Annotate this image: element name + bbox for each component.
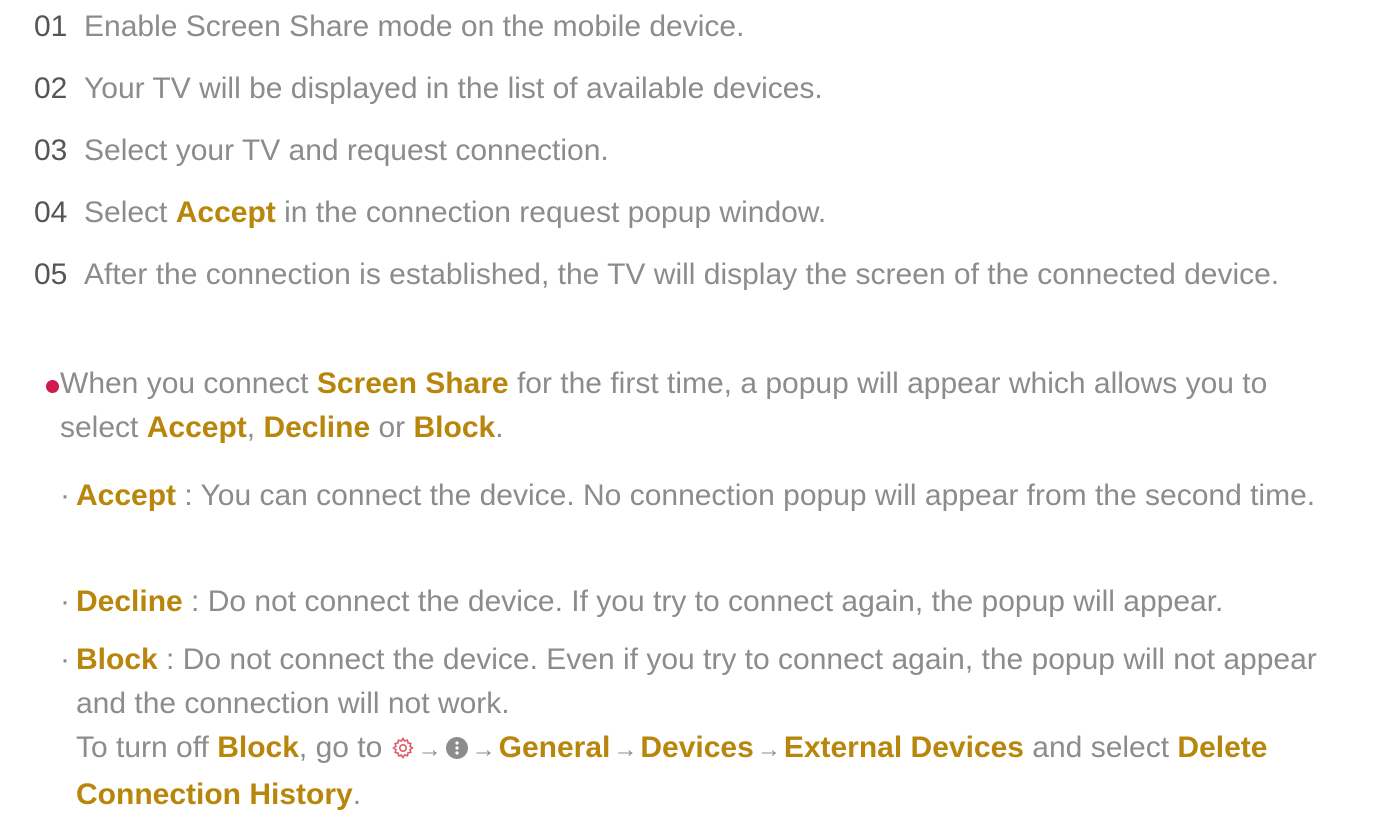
option-block: · Block : Do not connect the device. Eve… xyxy=(60,638,1350,726)
external-devices-term: External Devices xyxy=(783,731,1024,764)
option-accept: · Accept : You can connect the device. N… xyxy=(60,474,1350,518)
step-text: Select Accept in the connection request … xyxy=(34,191,1344,235)
step-text: After the connection is established, the… xyxy=(84,258,1280,291)
general-term: General xyxy=(498,731,611,764)
arrow-icon: → xyxy=(613,736,638,763)
option-text: Accept : You can connect the device. No … xyxy=(60,474,1350,518)
step-01: 01 Enable Screen Share mode on the mobil… xyxy=(34,5,1344,49)
step-text: Your TV will be displayed in the list of… xyxy=(84,72,823,105)
note-or: or xyxy=(370,411,414,444)
option-text: Decline : Do not connect the device. If … xyxy=(60,580,1350,624)
accept-term: Accept xyxy=(175,196,276,229)
sub-bullet: · xyxy=(60,585,70,618)
decline-term: Decline xyxy=(76,585,183,618)
arrow-icon: → xyxy=(417,736,442,763)
step-number: 01 xyxy=(34,10,68,43)
turn-off-block-instructions: To turn off Block, go to → → General → Devic… xyxy=(60,726,1350,817)
screen-share-note: When you connect Screen Share for the fi… xyxy=(46,362,1350,450)
screen-share-help-page: 01 Enable Screen Share mode on the mobil… xyxy=(0,0,1376,816)
block-term: Block xyxy=(217,731,299,764)
step-number: 02 xyxy=(34,72,68,105)
devices-term: Devices xyxy=(640,731,754,764)
step-text: Select your TV and request connection. xyxy=(84,134,609,167)
note-pre: When you connect xyxy=(60,367,317,400)
sub-bullet: · xyxy=(60,479,70,512)
block-term: Block xyxy=(413,411,496,444)
step-05: 05 After the connection is established, … xyxy=(34,253,1344,297)
step-03: 03 Select your TV and request connection… xyxy=(34,129,1344,173)
note-end: . xyxy=(495,411,504,444)
arrow-icon: → xyxy=(756,736,781,763)
option-desc: : Do not connect the device. Even if you… xyxy=(76,643,1317,720)
more-menu-icon xyxy=(445,729,469,773)
option-text: Block : Do not connect the device. Even … xyxy=(60,638,1350,726)
instruction-end: . xyxy=(352,778,362,811)
arrow-icon: → xyxy=(471,736,496,763)
step-number: 04 xyxy=(34,196,68,229)
option-desc: : You can connect the device. No connect… xyxy=(176,479,1316,512)
step-02: 02 Your TV will be displayed in the list… xyxy=(34,67,1344,111)
screen-share-term: Screen Share xyxy=(316,367,509,400)
sub-bullet: · xyxy=(60,643,70,676)
option-decline: · Decline : Do not connect the device. I… xyxy=(60,580,1350,624)
step-text-post: in the connection request popup window. xyxy=(275,196,827,229)
step-04: 04 Select Accept in the connection reque… xyxy=(34,191,1344,235)
step-number: 03 xyxy=(34,134,68,167)
step-text-pre: Select xyxy=(84,196,176,229)
accept-term: Accept xyxy=(146,411,247,444)
instruction-and-select: and select xyxy=(1023,731,1178,764)
block-term: Block xyxy=(76,643,158,676)
bullet-dot-icon xyxy=(46,380,59,393)
option-desc: : Do not connect the device. If you try … xyxy=(182,585,1224,618)
decline-term: Decline xyxy=(263,411,371,444)
instruction-pre: To turn off xyxy=(76,731,218,764)
instruction-go-to: , go to xyxy=(298,731,391,764)
accept-term: Accept xyxy=(76,479,177,512)
step-text: Enable Screen Share mode on the mobile d… xyxy=(84,10,745,43)
note-comma: , xyxy=(246,411,264,444)
gear-icon xyxy=(391,729,415,773)
step-number: 05 xyxy=(34,258,68,291)
instruction-text: To turn off Block, go to → → General → Devic… xyxy=(60,726,1350,817)
